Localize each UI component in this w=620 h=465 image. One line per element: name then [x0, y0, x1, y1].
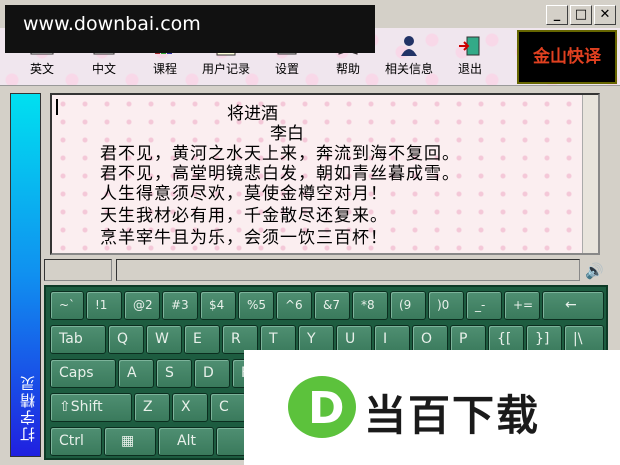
poem-line: 烹羊宰牛且为乐，会须一饮三百杯！: [100, 228, 388, 248]
key-6[interactable]: ^6: [276, 291, 312, 320]
key-x[interactable]: X: [172, 393, 208, 422]
key-a[interactable]: A: [118, 359, 154, 388]
status-bar: 🔊: [44, 257, 606, 283]
key-caps[interactable]: Caps: [50, 359, 116, 388]
sidebar-label: 打字精灵: [19, 374, 37, 442]
key-alt[interactable]: Alt: [158, 427, 214, 456]
key-0[interactable]: )0: [428, 291, 464, 320]
key-9[interactable]: (9: [390, 291, 426, 320]
toolbar-button-exit[interactable]: 退出: [442, 28, 498, 84]
toolbar-label-help: 帮助: [335, 62, 360, 76]
key-1[interactable]: !1: [86, 291, 122, 320]
key-tab[interactable]: Tab: [50, 325, 106, 354]
key-backspace[interactable]: ←: [542, 291, 604, 320]
speaker-icon[interactable]: 🔊: [585, 262, 604, 280]
status-panel-right: [116, 259, 580, 281]
key-d[interactable]: D: [194, 359, 230, 388]
key-shift[interactable]: ⇧Shift: [50, 393, 132, 422]
typing-text-area[interactable]: 将进酒 李白 君不见，黄河之水天上来，奔流到海不复回。 君不见，高堂明镜悲白发，…: [50, 93, 600, 255]
key-minus[interactable]: _-: [466, 291, 502, 320]
logo-text: 当百下载: [364, 391, 541, 440]
key-ctrl[interactable]: Ctrl: [50, 427, 102, 456]
maximize-button[interactable]: □: [570, 5, 592, 25]
key-3[interactable]: #3: [162, 291, 198, 320]
logo-letter: D: [308, 383, 345, 434]
key-8[interactable]: *8: [352, 291, 388, 320]
toolbar-label-course: 课程: [152, 62, 177, 76]
key-e[interactable]: E: [184, 325, 220, 354]
toolbar-label-info: 相关信息: [384, 62, 433, 76]
toolbar-label-exit: 退出: [457, 62, 482, 76]
key-windows[interactable]: ▦: [104, 427, 156, 456]
toolbar-label-user-record: 用户记录: [201, 62, 250, 76]
key-5[interactable]: %5: [238, 291, 274, 320]
key-2[interactable]: @2: [124, 291, 160, 320]
toolbar-label-settings: 设置: [274, 62, 299, 76]
key-equals[interactable]: +=: [504, 291, 540, 320]
status-panel-left: [44, 259, 112, 281]
toolbar-button-info[interactable]: 相关信息: [381, 28, 437, 84]
minimize-button[interactable]: _: [546, 5, 568, 25]
key-q[interactable]: Q: [108, 325, 144, 354]
exit-door-icon: [459, 36, 480, 56]
key-7[interactable]: &7: [314, 291, 350, 320]
key-4[interactable]: $4: [200, 291, 236, 320]
key-backtick[interactable]: ~`: [50, 291, 84, 320]
key-c[interactable]: C: [210, 393, 246, 422]
vertical-scrollbar[interactable]: [582, 95, 598, 253]
watermark: www.downbai.com: [5, 5, 375, 53]
key-w[interactable]: W: [146, 325, 182, 354]
brand-logo: 金山快译: [517, 30, 617, 84]
info-person-icon: [401, 36, 417, 56]
text-cursor: [56, 99, 58, 115]
sidebar-banner: 打字精灵: [10, 93, 41, 457]
toolbar-label-chinese: 中文: [91, 62, 116, 76]
close-button[interactable]: ✕: [594, 5, 616, 25]
key-z[interactable]: Z: [134, 393, 170, 422]
key-s[interactable]: S: [156, 359, 192, 388]
window-controls: _ □ ✕: [546, 5, 616, 25]
download-site-logo: D 当百下载: [244, 350, 620, 465]
toolbar-label-english: 英文: [29, 62, 54, 76]
